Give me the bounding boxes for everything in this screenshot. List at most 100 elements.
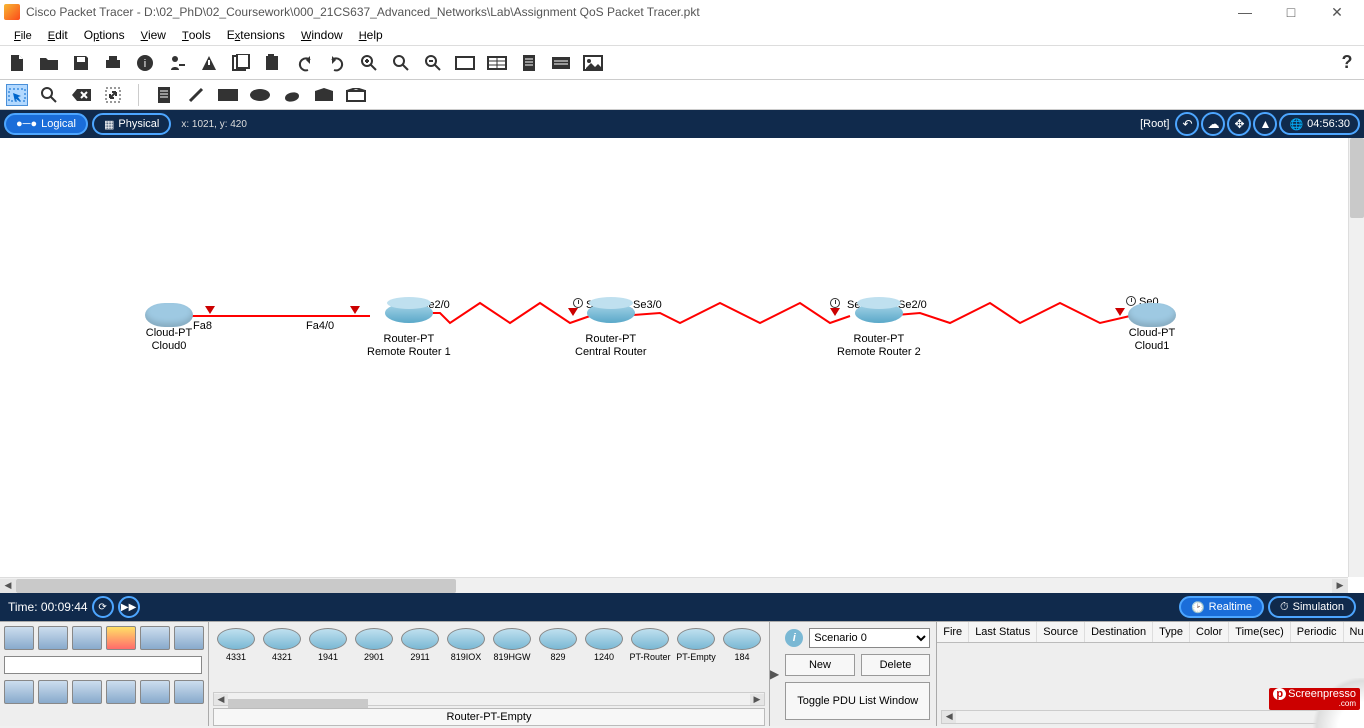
menu-file[interactable]: File xyxy=(6,26,40,44)
menu-edit[interactable]: Edit xyxy=(40,26,76,44)
device-cloud0[interactable]: Cloud-PT Cloud0 xyxy=(145,303,193,353)
device-model-184[interactable]: 184 xyxy=(721,628,763,662)
menu-extensions[interactable]: Extensions xyxy=(219,26,293,44)
subcategory-hubs[interactable] xyxy=(72,680,102,704)
pdu-header-source[interactable]: Source xyxy=(1037,622,1085,642)
line-tool-icon[interactable] xyxy=(185,84,207,106)
open-file-icon[interactable] xyxy=(38,52,60,74)
subcategory-switches[interactable] xyxy=(38,680,68,704)
rect-tool-icon[interactable] xyxy=(217,84,239,106)
realtime-button[interactable]: 🕑 Realtime xyxy=(1179,596,1264,618)
device-model-4331[interactable]: 4331 xyxy=(215,628,257,662)
pdu-header-periodic[interactable]: Periodic xyxy=(1291,622,1344,642)
cluster-icon[interactable]: ☁ xyxy=(1201,112,1225,136)
zoom-out-icon[interactable] xyxy=(422,52,444,74)
panel-expand-icon[interactable]: ▶ xyxy=(770,622,779,726)
pdu-header-laststatus[interactable]: Last Status xyxy=(969,622,1037,642)
print-icon[interactable] xyxy=(102,52,124,74)
subcategory-wan[interactable] xyxy=(174,680,204,704)
undo-icon[interactable] xyxy=(230,52,252,74)
device-central-router[interactable]: Router-PT Central Router xyxy=(575,303,647,359)
menu-help[interactable]: Help xyxy=(351,26,391,44)
device-model-PT-Router[interactable]: PT-Router xyxy=(629,628,671,662)
simulation-button[interactable]: ⏱ Simulation xyxy=(1268,596,1356,618)
redo-icon[interactable] xyxy=(262,52,284,74)
delete-tool-icon[interactable] xyxy=(70,84,92,106)
simple-pdu-icon[interactable] xyxy=(313,84,335,106)
scenario-select[interactable]: Scenario 0 xyxy=(809,628,930,648)
device-model-1941[interactable]: 1941 xyxy=(307,628,349,662)
save-icon[interactable] xyxy=(70,52,92,74)
minimize-button[interactable]: — xyxy=(1222,0,1268,24)
device-model-PT-Empty[interactable]: PT-Empty xyxy=(675,628,717,662)
device-model-1240[interactable]: 1240 xyxy=(583,628,625,662)
custom-device-icon[interactable] xyxy=(518,52,540,74)
category-connections[interactable] xyxy=(106,626,136,650)
physical-view-button[interactable]: ▦ Physical xyxy=(92,113,171,135)
resize-tool-icon[interactable] xyxy=(102,84,124,106)
category-misc[interactable] xyxy=(140,626,170,650)
vertical-scrollbar[interactable] xyxy=(1348,138,1364,577)
help-icon[interactable]: ? xyxy=(1336,52,1358,74)
device-model-829[interactable]: 829 xyxy=(537,628,579,662)
device-search-input[interactable] xyxy=(4,656,202,674)
fast-forward-icon[interactable]: ▶▶ xyxy=(118,596,140,618)
close-button[interactable]: ✕ xyxy=(1314,0,1360,24)
subcategory-wireless[interactable] xyxy=(106,680,136,704)
zoom-reset-icon[interactable] xyxy=(390,52,412,74)
view-command-log-icon[interactable] xyxy=(550,52,572,74)
menu-tools[interactable]: Tools xyxy=(174,26,219,44)
move-icon[interactable]: ✥ xyxy=(1227,112,1251,136)
root-path[interactable]: [Root] xyxy=(1140,118,1169,130)
zoom-in-icon[interactable] xyxy=(358,52,380,74)
pdu-header-destination[interactable]: Destination xyxy=(1085,622,1153,642)
pdu-header-num[interactable]: Num xyxy=(1344,622,1364,642)
device-model-819IOX[interactable]: 819IOX xyxy=(445,628,487,662)
maximize-button[interactable]: □ xyxy=(1268,0,1314,24)
back-nav-icon[interactable]: ↶ xyxy=(1175,112,1199,136)
complex-pdu-icon[interactable] xyxy=(345,84,367,106)
category-end-devices[interactable] xyxy=(38,626,68,650)
category-multiuser[interactable] xyxy=(174,626,204,650)
menu-options[interactable]: Options xyxy=(76,26,133,44)
category-components[interactable] xyxy=(72,626,102,650)
note-tool-icon[interactable] xyxy=(153,84,175,106)
pdu-scrollbar[interactable]: ◀▶ xyxy=(941,710,1364,724)
select-tool-icon[interactable] xyxy=(6,84,28,106)
power-cycle-icon[interactable]: ⟳ xyxy=(92,596,114,618)
redo-arrow-icon[interactable] xyxy=(326,52,348,74)
activity-wizard-icon[interactable]: i xyxy=(134,52,156,74)
device-remote-router-2[interactable]: Router-PT Remote Router 2 xyxy=(837,303,921,359)
device-remote-router-1[interactable]: Router-PT Remote Router 1 xyxy=(367,303,451,359)
pdu-header-color[interactable]: Color xyxy=(1190,622,1229,642)
info-icon[interactable]: i xyxy=(785,629,803,647)
ellipse-tool-icon[interactable] xyxy=(249,84,271,106)
logical-view-button[interactable]: ●─● Logical xyxy=(4,113,88,135)
category-network-devices[interactable] xyxy=(4,626,34,650)
drawing-rect-icon[interactable] xyxy=(454,52,476,74)
delete-scenario-button[interactable]: Delete xyxy=(861,654,931,676)
horizontal-scrollbar[interactable]: ◀▶ xyxy=(0,577,1348,593)
new-scenario-button[interactable]: New xyxy=(785,654,855,676)
copy-icon[interactable] xyxy=(166,52,188,74)
subcategory-routers[interactable] xyxy=(4,680,34,704)
inspect-tool-icon[interactable] xyxy=(38,84,60,106)
undo-arrow-icon[interactable] xyxy=(294,52,316,74)
models-scrollbar[interactable]: ◀▶ xyxy=(213,692,765,706)
device-model-2911[interactable]: 2911 xyxy=(399,628,441,662)
new-file-icon[interactable] xyxy=(6,52,28,74)
freeform-tool-icon[interactable] xyxy=(281,84,303,106)
device-model-2901[interactable]: 2901 xyxy=(353,628,395,662)
pdu-header-timesec[interactable]: Time(sec) xyxy=(1229,622,1290,642)
menu-view[interactable]: View xyxy=(133,26,174,44)
device-cloud1[interactable]: Cloud-PT Cloud1 xyxy=(1128,303,1176,353)
pdu-header-fire[interactable]: Fire xyxy=(937,622,969,642)
pdu-header-type[interactable]: Type xyxy=(1153,622,1190,642)
toggle-pdu-list-button[interactable]: Toggle PDU List Window xyxy=(785,682,930,720)
device-model-4321[interactable]: 4321 xyxy=(261,628,303,662)
workspace[interactable]: Fa8 Fa4/0 Se2/0 Se2/0 Se3/0 Se3/0 Se2/0 … xyxy=(0,138,1364,593)
drawing-table-icon[interactable] xyxy=(486,52,508,74)
device-model-819HGW[interactable]: 819HGW xyxy=(491,628,533,662)
image-icon[interactable] xyxy=(582,52,604,74)
paste-icon[interactable] xyxy=(198,52,220,74)
